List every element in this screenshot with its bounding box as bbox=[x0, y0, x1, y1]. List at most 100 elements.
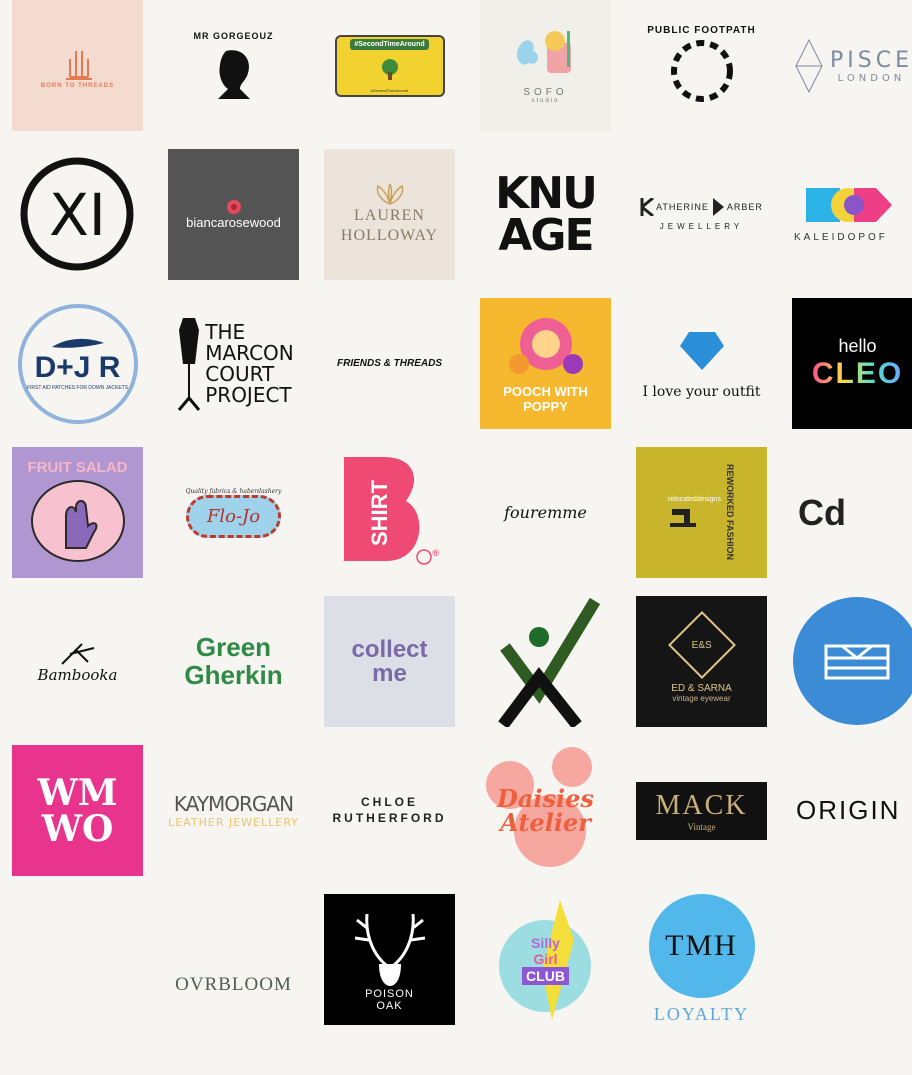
gorgeouz-text: MR GORGEOUZ bbox=[193, 30, 274, 41]
tmh-loyalty-logo[interactable]: TMH LOYALTY bbox=[636, 894, 767, 1025]
bambooka-text: Bambooka bbox=[37, 665, 118, 684]
tmh-circle: TMH bbox=[648, 894, 755, 998]
biancarosewood-logo[interactable]: biancarosewood bbox=[168, 149, 299, 280]
djr-text: D+J R bbox=[34, 350, 121, 384]
feather-icon bbox=[51, 338, 104, 348]
flo-jo-badge: Flo-Jo bbox=[185, 494, 282, 538]
poppy-illustration-icon bbox=[508, 317, 583, 374]
second-time-around-badge: #SecondTimeAround #SecondTimeAround bbox=[334, 34, 445, 97]
mack-sub-text: Vintage bbox=[687, 821, 716, 832]
bambooka-logo[interactable]: Bambooka bbox=[12, 596, 143, 727]
poison-oak-logo[interactable]: POISON OAK bbox=[324, 894, 455, 1025]
poppy-text: POOCH WITH POPPY bbox=[503, 383, 588, 414]
ed-sarna-text: ED & SARNA bbox=[671, 682, 732, 694]
xi-logo[interactable]: XI bbox=[12, 149, 143, 280]
silhouette-icon bbox=[217, 49, 250, 99]
origin-logo[interactable]: ORIGIN bbox=[792, 745, 912, 876]
age-text: AGE bbox=[498, 209, 594, 261]
cd-logo[interactable]: Cd bbox=[792, 447, 912, 578]
collect-me-logo[interactable]: collect me bbox=[324, 596, 455, 727]
sofo-studio-logo[interactable]: SOFO studio bbox=[480, 0, 611, 131]
reworked-fashion-group: REWORKED FASHION bbox=[725, 464, 735, 560]
born-to-threads-text: BORN TO THREADS bbox=[40, 82, 115, 89]
biancarosewood-text: biancarosewood bbox=[186, 215, 281, 230]
reworked-text: REWORKED bbox=[724, 464, 735, 518]
kaymorgan-text: KAYMORGAN bbox=[173, 792, 294, 816]
marcon-court-project-logo[interactable]: THE MARCON COURT PROJECT bbox=[168, 298, 299, 429]
flo-jo-logo[interactable]: Quality fabrics & haberdashery Flo-Jo bbox=[168, 447, 299, 578]
cd-text: Cd bbox=[798, 491, 846, 533]
knu-text: KNU bbox=[495, 167, 598, 219]
friends-threads-text: FRIENDS & THREADS bbox=[336, 358, 442, 369]
ed-sarna-logo[interactable]: E&S ED & SARNA vintage eyewear bbox=[636, 596, 767, 727]
marcon-text-group: THE MARCON COURT PROJECT bbox=[205, 321, 294, 406]
b-mark-icon bbox=[712, 198, 724, 216]
shirt-logo[interactable]: SHIRT ® bbox=[324, 447, 455, 578]
djr-logo[interactable]: D+J R FIRST AID PATCHES FOR DOWN JACKETS bbox=[12, 298, 143, 429]
knuage-logo[interactable]: KNU AGE bbox=[480, 149, 611, 280]
lauren-holloway-logo[interactable]: LAUREN HOLLOWAY bbox=[324, 149, 455, 280]
vintage-eyewear-text: vintage eyewear bbox=[672, 693, 731, 703]
rose-icon bbox=[226, 200, 241, 214]
kaleidopop-shapes-icon bbox=[806, 188, 892, 222]
ed-sarna-diamond: E&S bbox=[667, 610, 736, 679]
lauren-text: LAUREN bbox=[354, 207, 425, 225]
hello-text: hello bbox=[838, 336, 877, 356]
gorgeouz-logo[interactable]: MR GORGEOUZ bbox=[168, 0, 299, 131]
public-footpath-logo[interactable]: PUBLIC FOOTPATH bbox=[636, 0, 767, 131]
pisces-text: PISCE bbox=[830, 47, 912, 73]
fish-line-icon bbox=[795, 38, 823, 93]
poison-text: POISON bbox=[365, 987, 414, 1000]
mack-bar: MACK Vintage bbox=[636, 781, 767, 840]
relocated-left: relocateddesigns bbox=[668, 496, 721, 529]
folded-shirt-logo[interactable] bbox=[792, 596, 912, 727]
chloe-text: CHLOE bbox=[361, 794, 418, 809]
lotus-icon bbox=[376, 184, 403, 206]
daisies-text: Daisies bbox=[497, 783, 594, 813]
shirt-registered-mark: ® bbox=[432, 548, 439, 558]
daisies-atelier-logo[interactable]: Daisies Atelier bbox=[480, 745, 611, 876]
i-love-your-outfit-logo[interactable]: I love your outfit bbox=[636, 298, 767, 429]
born-to-threads-logo[interactable]: BORN TO THREADS bbox=[12, 0, 143, 131]
chloe-rutherford-logo[interactable]: CHLOE RUTHERFORD bbox=[324, 745, 455, 876]
rutherford-text: RUTHERFORD bbox=[332, 810, 447, 825]
djr-sub-text: FIRST AID PATCHES FOR DOWN JACKETS bbox=[26, 384, 129, 391]
collect-text: collect bbox=[351, 635, 428, 663]
me-text: me bbox=[372, 659, 407, 687]
silly-girl-club-logo[interactable]: Silly Girl CLUB bbox=[480, 894, 611, 1025]
kaleidopop-logo[interactable]: KALEIDOPOF bbox=[792, 149, 912, 280]
kay-morgan-logo[interactable]: KAYMORGAN LEATHER JEWELLERY bbox=[168, 745, 299, 876]
brand-logo-grid: BORN TO THREADS MR GORGEOUZ #SecondTimeA… bbox=[12, 0, 912, 1025]
pooch-with-poppy-logo[interactable]: POOCH WITH POPPY bbox=[480, 298, 611, 429]
relocated-designs-logo[interactable]: relocateddesigns REWORKED FASHION bbox=[636, 447, 767, 578]
tmh-text: TMH bbox=[665, 929, 738, 962]
mack-vintage-logo[interactable]: MACK Vintage bbox=[636, 745, 767, 876]
glove-badge-icon bbox=[30, 480, 125, 562]
wmwo-logo[interactable]: WM WO bbox=[12, 745, 143, 876]
hello-cleo-logo[interactable]: hello CLEO bbox=[792, 298, 912, 429]
fouremme-logo[interactable]: fouremme bbox=[480, 447, 611, 578]
green-gherkin-logo[interactable]: Green Gherkin bbox=[168, 596, 299, 727]
second-time-around-logo[interactable]: #SecondTimeAround #SecondTimeAround bbox=[324, 0, 455, 131]
katherine-barber-logo[interactable]: ATHERINE ARBER JEWELLERY bbox=[636, 149, 767, 280]
relocated-row: relocateddesigns REWORKED FASHION bbox=[668, 464, 735, 560]
check-figure-logo[interactable] bbox=[480, 596, 611, 727]
ovrbloom-logo[interactable]: OVRBLOOM bbox=[168, 894, 299, 1025]
friends-threads-logo[interactable]: FRIENDS & THREADS bbox=[324, 298, 455, 429]
origin-text: ORIGIN bbox=[796, 795, 901, 825]
loyalty-text: LOYALTY bbox=[653, 1004, 750, 1024]
mack-text: MACK bbox=[655, 789, 748, 821]
xi-text: XI bbox=[49, 180, 106, 249]
sofo-shapes-icon bbox=[516, 31, 571, 73]
katherine-row: ATHERINE ARBER bbox=[640, 198, 763, 216]
fruit-salad-logo[interactable]: FRUIT SALAD bbox=[12, 447, 143, 578]
check-figure-icon bbox=[497, 597, 600, 727]
sewing-machine-icon bbox=[670, 509, 697, 527]
folded-shirt-icon bbox=[793, 597, 912, 725]
katherine-text: ATHERINE bbox=[656, 202, 709, 212]
wm-text: WM bbox=[37, 771, 118, 814]
dress-form-icon bbox=[178, 317, 201, 411]
hand-icon bbox=[65, 50, 92, 80]
bamboo-leaves-icon bbox=[60, 642, 94, 665]
pisces-london-logo[interactable]: PISCE LONDON bbox=[792, 0, 912, 131]
